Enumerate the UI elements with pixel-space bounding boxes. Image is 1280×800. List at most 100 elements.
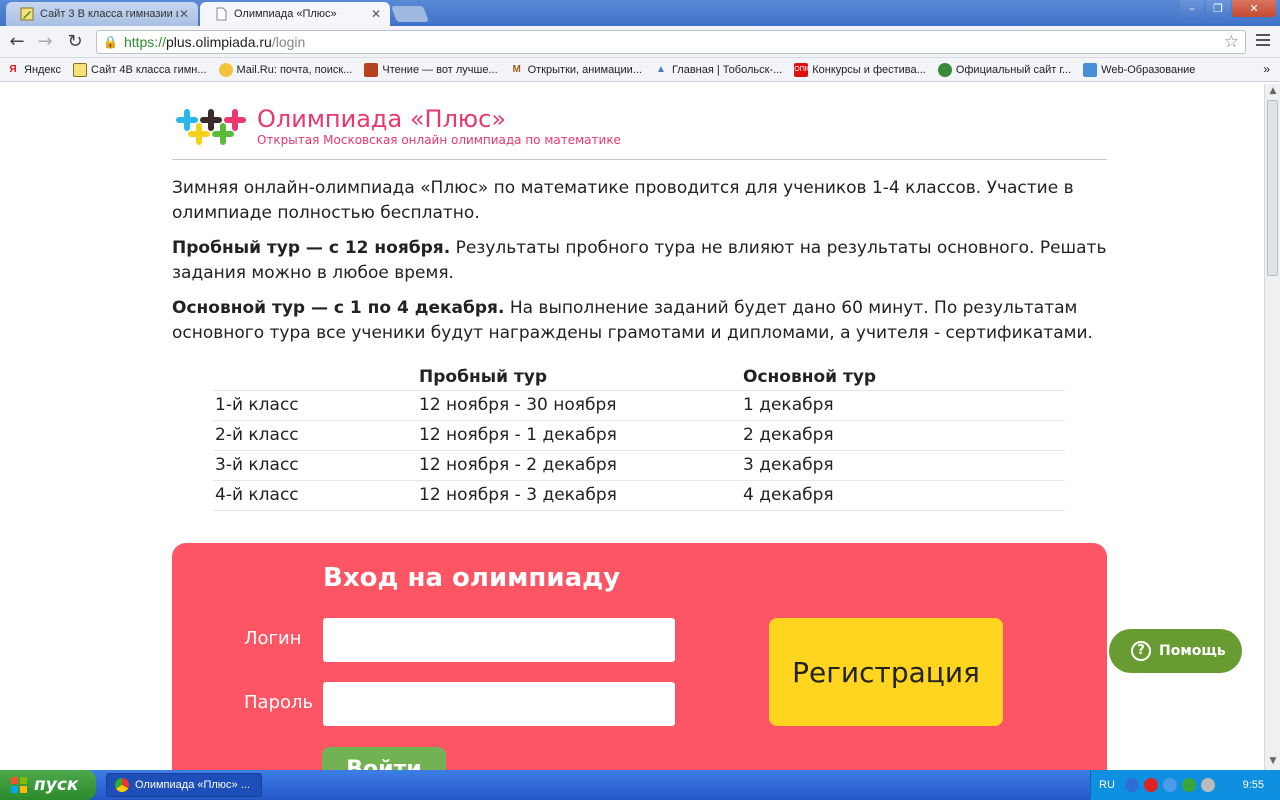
bookmark-item[interactable]: Сайт 4В класса гимн...: [73, 62, 207, 77]
bookmark-star-icon[interactable]: ☆: [1224, 32, 1239, 52]
schedule-table: Пробный тур Основной тур 1-й класс 12 но…: [213, 364, 1065, 511]
windows-taskbar: пуск Олимпиада «Плюс» ... RU 9:55: [0, 770, 1280, 800]
drop-icon: ▲: [656, 63, 666, 75]
password-input[interactable]: [323, 682, 675, 726]
system-tray: RU 9:55: [1090, 770, 1280, 800]
table-row: 2-й класс 12 ноября - 1 декабря 2 декабр…: [213, 420, 1065, 451]
network-icon[interactable]: [1162, 778, 1177, 792]
tab-site-3v[interactable]: Сайт 3 В класса гимназии и ✕: [6, 2, 198, 26]
browser-toolbar: ← → ↻ 🔒 https:// plus.olimpiada.ru /logi…: [0, 26, 1280, 58]
grade-cell: 1-й класс: [213, 390, 417, 421]
start-label: пуск: [34, 775, 79, 795]
book-icon: [364, 62, 379, 77]
page-viewport: Олимпиада «Плюс» Открытая Московская онл…: [0, 84, 1264, 770]
trial-round-heading: Пробный тур — с 12 ноября.: [172, 238, 451, 258]
login-input[interactable]: [323, 618, 675, 662]
bookmarks-bar: Я Яндекс Сайт 4В класса гимн... Mail.Ru: …: [0, 58, 1280, 82]
bookmark-item[interactable]: ОПК Конкурсы и фестива...: [794, 62, 926, 77]
site-subtitle: Открытая Московская онлайн олимпиада по …: [257, 133, 621, 147]
new-tab-button[interactable]: [391, 6, 429, 22]
start-button[interactable]: пуск: [0, 770, 96, 800]
minimize-button[interactable]: –: [1180, 0, 1204, 17]
address-bar[interactable]: 🔒 https:// plus.olimpiada.ru /login ☆: [96, 30, 1246, 54]
task-label: Олимпиада «Плюс» ...: [135, 779, 250, 791]
site-title[interactable]: Олимпиада «Плюс»: [257, 105, 506, 133]
monitor-icon[interactable]: [1200, 778, 1215, 792]
plus-logo-icon[interactable]: [172, 104, 250, 148]
scroll-down-arrow-icon[interactable]: ▼: [1267, 756, 1279, 768]
pencil-icon: [20, 7, 34, 21]
bookmark-item[interactable]: M Открытки, анимации...: [510, 63, 642, 77]
tab-olimpiada-plus[interactable]: Олимпиада «Плюс» ✕: [200, 2, 390, 26]
bookmark-item[interactable]: Я Яндекс: [6, 63, 61, 77]
table-header-row: Пробный тур Основной тур: [213, 364, 1065, 391]
close-tab-icon[interactable]: ✕: [370, 7, 382, 21]
reload-icon[interactable]: ↻: [64, 32, 86, 52]
bookmark-item[interactable]: Mail.Ru: почта, поиск...: [218, 62, 352, 77]
url-host: plus.olimpiada.ru: [165, 34, 272, 50]
bookmark-item[interactable]: Чтение — вот лучше...: [364, 62, 498, 77]
back-arrow-icon[interactable]: ←: [6, 32, 28, 52]
main-date-cell: 3 декабря: [741, 450, 1065, 481]
chrome-icon: [115, 778, 129, 792]
tab-title: Сайт 3 В класса гимназии и: [40, 8, 178, 20]
login-label: Логин: [244, 628, 302, 649]
main-date-cell: 1 декабря: [741, 390, 1065, 421]
login-panel: Вход на олимпиаду Логин Пароль Регистрац…: [172, 543, 1107, 770]
taskbar-chrome-item[interactable]: Олимпиада «Плюс» ...: [106, 773, 262, 797]
scroll-thumb[interactable]: [1267, 100, 1278, 276]
tray-arrow-icon[interactable]: [1124, 778, 1139, 792]
help-button[interactable]: ? Помощь: [1109, 629, 1242, 673]
update-icon[interactable]: [1181, 778, 1196, 792]
clock: 9:55: [1242, 779, 1264, 791]
table-row: 4-й класс 12 ноября - 3 декабря 4 декабр…: [213, 480, 1065, 511]
windows-logo-icon: [11, 777, 27, 793]
trial-dates-cell: 12 ноября - 1 декабря: [417, 420, 741, 451]
web-edu-icon: [1083, 62, 1098, 77]
more-bookmarks-button[interactable]: »: [1263, 62, 1270, 76]
browser-titlebar: Сайт 3 В класса гимназии и ✕ Олимпиада «…: [0, 0, 1280, 26]
tab-title: Олимпиада «Плюс»: [234, 8, 337, 20]
grade-cell: 4-й класс: [213, 480, 417, 511]
page-scrollbar[interactable]: ▲ ▼: [1264, 84, 1280, 770]
window-controls: – ❐ ✕: [1180, 0, 1276, 17]
grade-cell: 2-й класс: [213, 420, 417, 451]
url-scheme: https://: [123, 34, 166, 50]
column-header: [213, 364, 417, 391]
trial-dates-cell: 12 ноября - 3 декабря: [417, 480, 741, 511]
language-indicator[interactable]: RU: [1099, 779, 1115, 791]
maximize-button[interactable]: ❐: [1206, 0, 1230, 17]
yandex-icon: Я: [9, 63, 17, 75]
pencil-icon: [73, 62, 87, 77]
main-round-heading: Основной тур — с 1 по 4 декабря.: [172, 298, 505, 318]
intro-paragraph: Зимняя онлайн-олимпиада «Плюс» по матема…: [172, 178, 1074, 223]
enter-button[interactable]: Войти: [322, 747, 446, 770]
page-icon: [216, 7, 227, 21]
menu-icon[interactable]: [1256, 34, 1270, 49]
shield-icon[interactable]: [1143, 778, 1158, 792]
help-label: Помощь: [1159, 643, 1226, 659]
lock-icon: 🔒: [103, 35, 118, 49]
close-tab-icon[interactable]: ✕: [178, 7, 190, 21]
intro-text: Зимняя онлайн-олимпиада «Плюс» по матема…: [172, 176, 1107, 356]
register-button[interactable]: Регистрация: [769, 618, 1003, 726]
question-icon: ?: [1131, 641, 1151, 661]
letter-m-icon: M: [512, 63, 521, 75]
column-header: Основной тур: [741, 364, 1065, 391]
bookmark-item[interactable]: Web-Образование: [1083, 62, 1195, 77]
scroll-up-arrow-icon[interactable]: ▲: [1267, 86, 1279, 98]
mailru-icon: [218, 62, 233, 77]
login-title: Вход на олимпиаду: [323, 563, 621, 593]
trial-round-paragraph: Пробный тур — с 12 ноября. Результаты пр…: [172, 236, 1107, 286]
opk-icon: ОПК: [794, 62, 809, 77]
forward-arrow-icon[interactable]: →: [34, 32, 56, 52]
bookmark-item[interactable]: Официальный сайт г...: [937, 62, 1071, 77]
password-label: Пароль: [244, 692, 314, 713]
trial-dates-cell: 12 ноября - 30 ноября: [417, 390, 741, 421]
site-header: Олимпиада «Плюс» Открытая Московская онл…: [172, 104, 1107, 160]
main-date-cell: 4 декабря: [741, 480, 1065, 511]
close-window-button[interactable]: ✕: [1232, 0, 1276, 17]
trial-dates-cell: 12 ноября - 2 декабря: [417, 450, 741, 481]
bookmark-item[interactable]: ▲ Главная | Тобольск-...: [654, 63, 782, 77]
table-row: 1-й класс 12 ноября - 30 ноября 1 декабр…: [213, 390, 1065, 421]
